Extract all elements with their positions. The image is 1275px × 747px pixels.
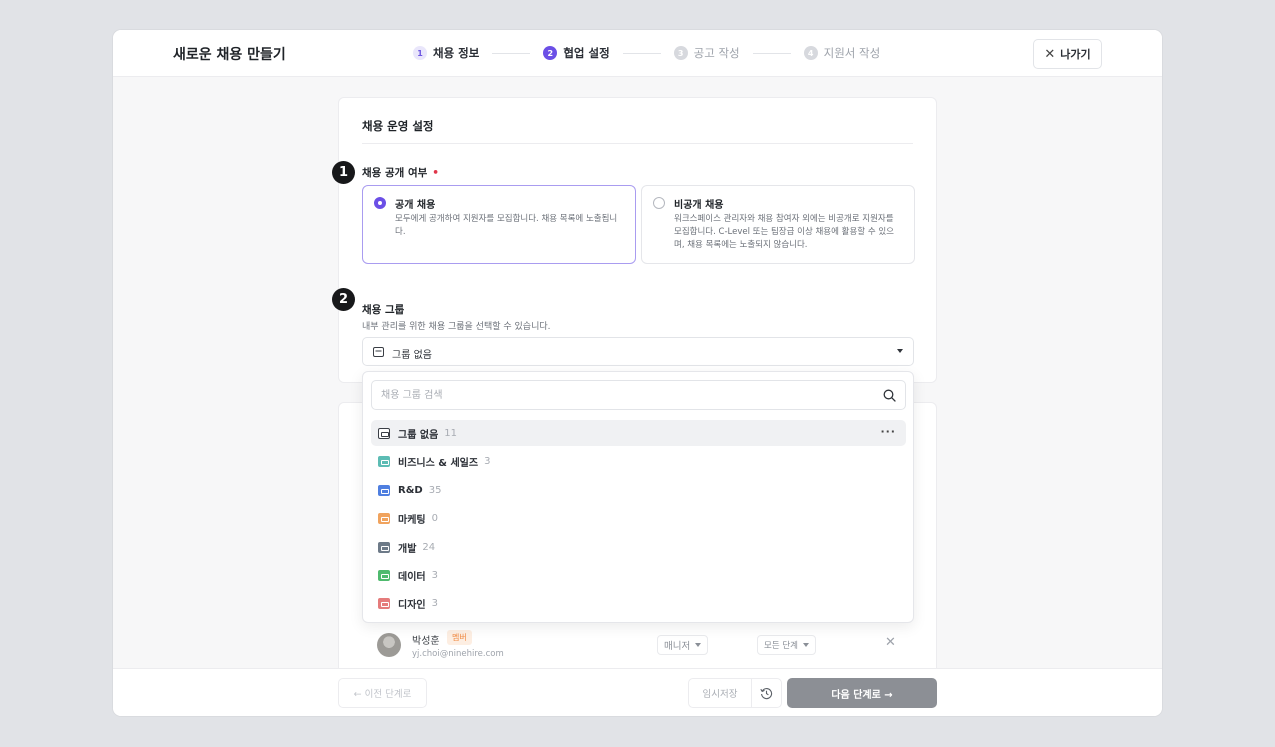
selected-group: 그룹 없음 bbox=[392, 350, 432, 361]
exit-label: 나가기 bbox=[1060, 48, 1091, 61]
group-name: 비즈니스 & 세일즈 bbox=[398, 457, 479, 469]
chevron-down-icon bbox=[897, 349, 903, 353]
stage-value: 모든 단계 bbox=[764, 641, 798, 651]
create-hiring-window: 새로운 채용 만들기 1 채용 정보 2 협업 설정 3 공고 작성 4 지원서… bbox=[113, 30, 1162, 716]
group-item-none[interactable]: 그룹 없음 11 ··· bbox=[371, 420, 906, 446]
divider bbox=[362, 143, 913, 144]
radio-selected[interactable] bbox=[374, 197, 386, 209]
chevron-down-icon bbox=[695, 643, 702, 647]
step-number: 4 bbox=[803, 46, 818, 60]
group-dropdown: 그룹 없음 11 ··· 비즈니스 & 세일즈 3 R&D 35 마케팅 0 개… bbox=[362, 371, 914, 623]
stage-select[interactable]: 모든 단계 bbox=[757, 635, 816, 655]
next-step-button[interactable]: 다음 단계로 → bbox=[787, 678, 937, 708]
group-item-dev[interactable]: 개발 24 bbox=[371, 534, 906, 560]
history-button[interactable] bbox=[751, 678, 782, 708]
step-3[interactable]: 3 공고 작성 bbox=[673, 45, 740, 61]
step-label: 채용 정보 bbox=[433, 46, 480, 60]
required-mark: • bbox=[432, 167, 439, 179]
remove-member-icon[interactable]: ✕ bbox=[885, 635, 896, 650]
public-hiring-option[interactable]: 공개 채용 모두에게 공개하여 지원자를 모집합니다. 채용 목록에 노출됩니다… bbox=[362, 185, 636, 264]
step-1[interactable]: 1 채용 정보 bbox=[413, 45, 479, 61]
folder-icon bbox=[378, 427, 390, 439]
group-item-data[interactable]: 데이터 3 bbox=[371, 562, 906, 588]
visibility-label: 채용 공개 여부 • bbox=[362, 165, 439, 180]
folder-icon bbox=[378, 541, 390, 553]
member-badge: 멤버 bbox=[447, 630, 472, 645]
visibility-label-text: 채용 공개 여부 bbox=[362, 167, 428, 179]
folder-icon bbox=[378, 512, 390, 524]
group-count: 11 bbox=[444, 427, 458, 439]
step-4[interactable]: 4 지원서 작성 bbox=[803, 45, 881, 61]
group-count: 3 bbox=[484, 455, 491, 467]
group-name: 데이터 bbox=[398, 571, 426, 583]
step-label: 공고 작성 bbox=[693, 46, 740, 60]
footer-bar: ← 이전 단계로 임시저장 다음 단계로 → bbox=[113, 668, 1162, 716]
avatar bbox=[377, 633, 401, 657]
option-description: 워크스페이스 관리자와 채용 참여자 외에는 비공개로 지원자를 모집합니다. … bbox=[674, 214, 894, 250]
folder-icon bbox=[378, 597, 390, 609]
group-count: 0 bbox=[431, 512, 438, 524]
prev-step-button[interactable]: ← 이전 단계로 bbox=[338, 678, 427, 708]
option-description: 모두에게 공개하여 지원자를 모집합니다. 채용 목록에 노출됩니다. bbox=[395, 214, 618, 237]
group-name: 개발 bbox=[398, 543, 417, 555]
group-help: 내부 관리를 위한 채용 그룹을 선택할 수 있습니다. bbox=[362, 322, 551, 332]
history-icon bbox=[760, 687, 773, 699]
step-label: 지원서 작성 bbox=[823, 46, 881, 60]
group-search-input[interactable] bbox=[381, 387, 861, 404]
search-icon bbox=[883, 389, 896, 402]
group-name: 그룹 없음 bbox=[398, 429, 439, 441]
group-item-business[interactable]: 비즈니스 & 세일즈 3 bbox=[371, 448, 906, 474]
radio-unselected[interactable] bbox=[653, 197, 665, 209]
group-count: 35 bbox=[428, 484, 442, 496]
folder-icon bbox=[378, 455, 390, 467]
step-connector bbox=[492, 52, 531, 54]
step-connector bbox=[622, 52, 661, 54]
group-count: 3 bbox=[431, 569, 438, 581]
member-row: 박성훈 멤버 yj.choi@ninehire.com 매니저 모든 단계 ✕ bbox=[377, 630, 907, 664]
more-options-icon[interactable]: ··· bbox=[880, 425, 896, 438]
folder-icon bbox=[378, 569, 390, 581]
group-select[interactable]: 그룹 없음 bbox=[362, 337, 914, 366]
group-name: R&D bbox=[398, 484, 423, 496]
group-item-marketing[interactable]: 마케팅 0 bbox=[371, 505, 906, 531]
role-value: 매니저 bbox=[664, 641, 691, 652]
settings-card: 채용 운영 설정 1 채용 공개 여부 • 공개 채용 모두에게 공개하여 지원자… bbox=[332, 97, 937, 383]
step-number: 1 bbox=[413, 46, 427, 60]
top-bar: 새로운 채용 만들기 1 채용 정보 2 협업 설정 3 공고 작성 4 지원서… bbox=[113, 30, 1162, 77]
step-connector bbox=[752, 52, 791, 54]
group-count: 24 bbox=[422, 541, 436, 553]
step-2[interactable]: 2 협업 설정 bbox=[543, 45, 610, 61]
group-name: 마케팅 bbox=[398, 514, 426, 526]
group-item-design[interactable]: 디자인 3 bbox=[371, 590, 906, 616]
save-draft-button[interactable]: 임시저장 bbox=[688, 678, 752, 708]
group-search[interactable] bbox=[371, 380, 906, 410]
card-title: 채용 운영 설정 bbox=[362, 119, 434, 133]
option-title: 비공개 채용 bbox=[674, 200, 724, 211]
chevron-down-icon bbox=[802, 643, 809, 647]
role-select[interactable]: 매니저 bbox=[657, 635, 709, 655]
group-name: 디자인 bbox=[398, 599, 426, 611]
group-count: 3 bbox=[431, 597, 438, 609]
stepper: 1 채용 정보 2 협업 설정 3 공고 작성 4 지원서 작성 bbox=[413, 45, 880, 61]
exit-button[interactable]: ✕ 나가기 bbox=[1033, 39, 1102, 69]
private-hiring-option[interactable]: 비공개 채용 워크스페이스 관리자와 채용 참여자 외에는 비공개로 지원자를 … bbox=[641, 185, 915, 264]
step-marker-2: 2 bbox=[332, 288, 355, 311]
option-title: 공개 채용 bbox=[395, 200, 436, 211]
folder-icon bbox=[378, 484, 390, 496]
group-label: 채용 그룹 bbox=[362, 304, 405, 316]
close-icon: ✕ bbox=[1044, 46, 1056, 62]
step-marker-1: 1 bbox=[332, 161, 355, 184]
step-label: 협업 설정 bbox=[563, 46, 610, 60]
step-number: 3 bbox=[673, 46, 688, 60]
step-number: 2 bbox=[543, 46, 558, 60]
page-title: 새로운 채용 만들기 bbox=[173, 47, 286, 63]
folder-icon bbox=[373, 347, 384, 357]
member-email: yj.choi@ninehire.com bbox=[412, 649, 504, 659]
member-name: 박성훈 bbox=[412, 636, 440, 647]
group-item-rnd[interactable]: R&D 35 bbox=[371, 477, 906, 503]
